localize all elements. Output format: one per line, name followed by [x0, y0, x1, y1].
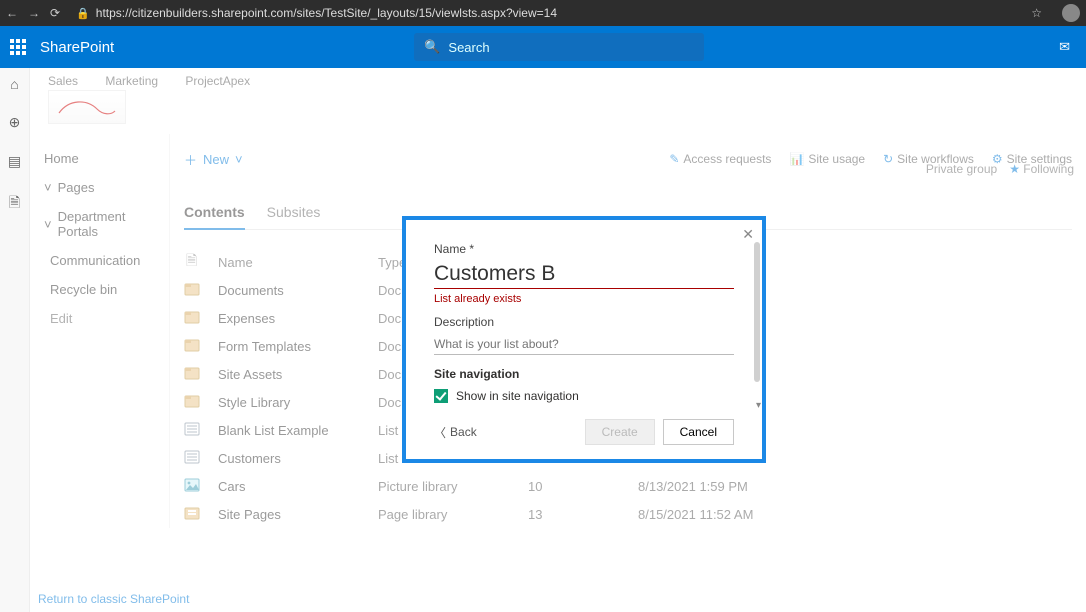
- share-icon[interactable]: ✉: [1059, 39, 1070, 55]
- left-navigation: Home ˅Pages ˅Department Portals Communic…: [30, 134, 170, 528]
- back-icon[interactable]: ←: [6, 6, 18, 20]
- table-row[interactable]: CarsPicture library108/13/2021 1:59 PM: [184, 472, 1072, 500]
- search-placeholder: Search: [448, 40, 489, 55]
- row-modified: 8/13/2021 1:59 PM: [638, 479, 838, 494]
- row-name: Form Templates: [218, 339, 378, 354]
- doclib-icon: [184, 309, 218, 328]
- browser-bar: ← → ⟳ 🔒 https://citizenbuilders.sharepoi…: [0, 0, 1086, 26]
- list-icon: [184, 421, 218, 440]
- chevron-down-icon: ˅: [235, 152, 243, 167]
- row-name: Customers: [218, 451, 378, 466]
- site-navigation-header: Site navigation: [434, 367, 734, 381]
- name-label: Name *: [434, 242, 734, 256]
- nav-department-portals[interactable]: ˅Department Portals: [40, 202, 161, 246]
- site-logo[interactable]: [48, 90, 126, 124]
- new-button[interactable]: ＋ New ˅: [184, 150, 243, 169]
- row-name: Style Library: [218, 395, 378, 410]
- create-list-dialog: ✕ ▾ Name * List already exists Descripti…: [402, 216, 766, 463]
- row-type: Page library: [378, 507, 528, 522]
- home-rail-icon[interactable]: ⌂: [10, 76, 18, 92]
- profile-avatar[interactable]: [1062, 4, 1080, 22]
- site-header: Sales Marketing ProjectApex: [30, 68, 1086, 128]
- list-icon: [184, 449, 218, 468]
- row-items: 13: [528, 507, 638, 522]
- list-name-input[interactable]: [434, 262, 734, 289]
- cancel-button[interactable]: Cancel: [663, 419, 734, 445]
- nav-home[interactable]: Home: [40, 144, 161, 173]
- plus-icon: ＋: [184, 150, 197, 169]
- nav-pages[interactable]: ˅Pages: [40, 173, 161, 202]
- cmd-site-usage[interactable]: 📊Site usage: [789, 152, 865, 166]
- search-box[interactable]: 🔍 Search: [414, 33, 704, 61]
- create-button[interactable]: Create: [585, 419, 655, 445]
- reload-icon[interactable]: ⟳: [50, 6, 60, 20]
- cmd-access-requests[interactable]: ✎Access requests: [669, 152, 771, 166]
- access-icon: ✎: [669, 152, 679, 166]
- nav-recycle-bin[interactable]: Recycle bin: [40, 275, 161, 304]
- scroll-down-arrow-icon[interactable]: ▾: [756, 400, 761, 411]
- nav-edit[interactable]: Edit: [40, 304, 161, 333]
- topnav-projectapex[interactable]: ProjectApex: [185, 74, 250, 88]
- row-name: Site Assets: [218, 367, 378, 382]
- topnav-marketing[interactable]: Marketing: [105, 74, 158, 88]
- address-bar[interactable]: 🔒 https://citizenbuilders.sharepoint.com…: [76, 6, 557, 20]
- table-row[interactable]: Site PagesPage library138/15/2021 11:52 …: [184, 500, 1072, 528]
- doclib-icon: [184, 393, 218, 412]
- row-name: Blank List Example: [218, 423, 378, 438]
- workflow-icon: ↻: [883, 152, 893, 166]
- col-name[interactable]: Name: [218, 255, 378, 270]
- dialog-scrollbar[interactable]: [754, 242, 760, 382]
- privacy-label: Private group: [926, 162, 997, 176]
- description-label: Description: [434, 315, 734, 329]
- chart-icon: 📊: [789, 152, 804, 166]
- back-button[interactable]: 〈 Back: [434, 424, 477, 441]
- row-name: Expenses: [218, 311, 378, 326]
- return-classic-link[interactable]: Return to classic SharePoint: [38, 592, 189, 606]
- show-in-nav-label: Show in site navigation: [456, 389, 579, 403]
- files-rail-icon[interactable]: ▤: [8, 153, 21, 170]
- search-icon: 🔍: [424, 39, 440, 55]
- left-rail: ⌂ ⊕ ▤ 🗎: [0, 68, 30, 612]
- chevron-down-icon: ˅: [44, 180, 52, 195]
- chevron-left-icon: 〈: [434, 424, 446, 441]
- tab-subsites[interactable]: Subsites: [267, 198, 321, 229]
- forward-icon[interactable]: →: [28, 6, 40, 20]
- suite-header: SharePoint 🔍 Search ✉: [0, 26, 1086, 68]
- checkbox-checked-icon[interactable]: [434, 389, 448, 403]
- top-nav: Sales Marketing ProjectApex: [48, 74, 1068, 88]
- doclib-icon: [184, 365, 218, 384]
- row-items: 10: [528, 479, 638, 494]
- lock-icon: 🔒: [76, 7, 90, 20]
- doclib-icon: [184, 281, 218, 300]
- topnav-sales[interactable]: Sales: [48, 74, 78, 88]
- chevron-down-icon: ˅: [44, 217, 52, 232]
- piclib-icon: [184, 477, 218, 496]
- row-modified: 8/15/2021 11:52 AM: [638, 507, 838, 522]
- file-header-icon: 🗎: [184, 250, 218, 274]
- show-in-nav-row[interactable]: Show in site navigation: [434, 389, 734, 403]
- following-star-icon[interactable]: ★: [1009, 162, 1020, 176]
- url-text: https://citizenbuilders.sharepoint.com/s…: [96, 6, 557, 20]
- app-launcher-icon[interactable]: [10, 39, 26, 55]
- row-type: Picture library: [378, 479, 528, 494]
- row-name: Site Pages: [218, 507, 378, 522]
- bookmark-star-icon[interactable]: ☆: [1031, 6, 1042, 20]
- list-description-input[interactable]: [434, 335, 734, 355]
- doclib-icon: [184, 337, 218, 356]
- following-label[interactable]: Following: [1023, 162, 1074, 176]
- nav-communication[interactable]: Communication: [40, 246, 161, 275]
- add-rail-icon[interactable]: ⊕: [9, 114, 21, 131]
- suite-title: SharePoint: [40, 39, 114, 56]
- page-rail-icon[interactable]: 🗎: [9, 192, 20, 216]
- row-name: Cars: [218, 479, 378, 494]
- close-icon[interactable]: ✕: [742, 226, 754, 243]
- name-error: List already exists: [434, 293, 734, 305]
- pagelib-icon: [184, 505, 218, 524]
- tab-contents[interactable]: Contents: [184, 198, 245, 230]
- row-name: Documents: [218, 283, 378, 298]
